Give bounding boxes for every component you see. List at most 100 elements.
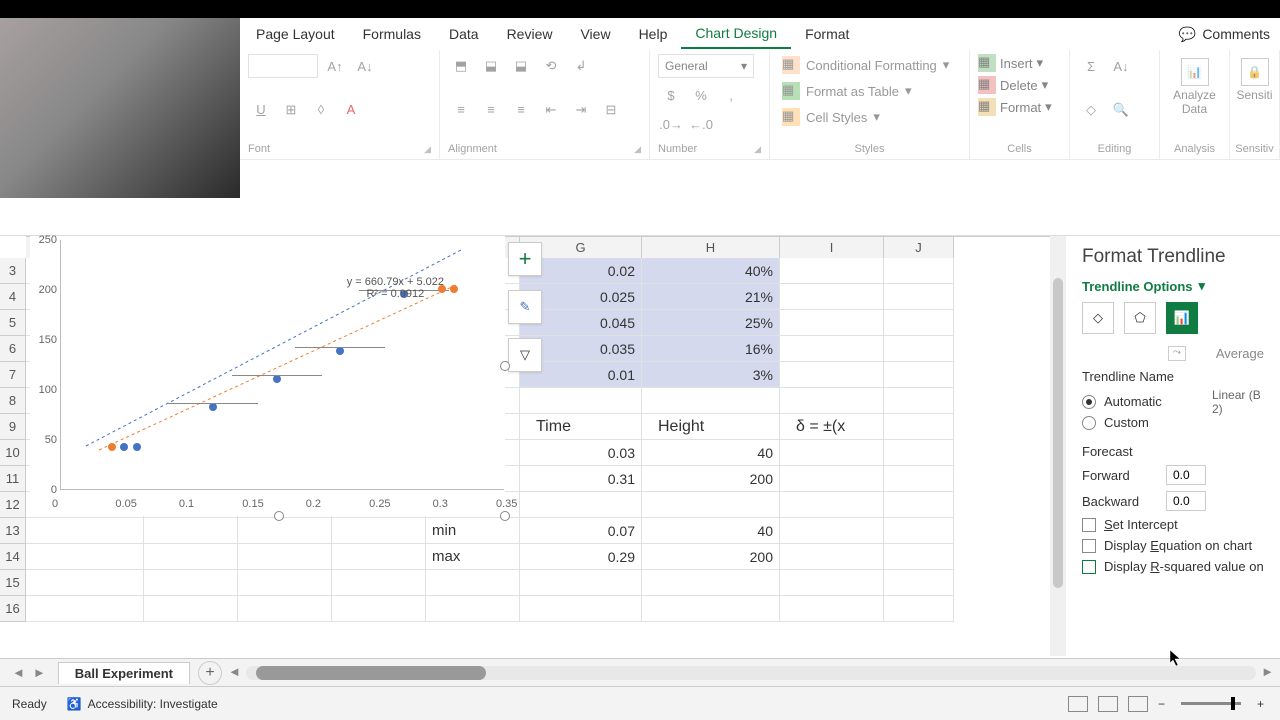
cell-J6[interactable] bbox=[884, 336, 954, 362]
tab-chart-design[interactable]: Chart Design bbox=[681, 19, 791, 49]
shrink-font-button[interactable]: A↓ bbox=[352, 54, 378, 78]
cell-G8[interactable] bbox=[520, 388, 642, 414]
cell-I10[interactable] bbox=[780, 440, 884, 466]
cell-J16[interactable] bbox=[884, 596, 954, 622]
cell-E14[interactable] bbox=[332, 544, 426, 570]
underline-button[interactable]: U bbox=[248, 98, 274, 122]
row-header-11[interactable]: 11 bbox=[0, 466, 26, 492]
cell-H8[interactable] bbox=[642, 388, 780, 414]
cell-G11[interactable]: 0.31 bbox=[520, 466, 642, 492]
cell-D16[interactable] bbox=[238, 596, 332, 622]
font-color-button[interactable]: A bbox=[338, 98, 364, 122]
row-header-12[interactable]: 12 bbox=[0, 492, 26, 518]
cell-C14[interactable] bbox=[144, 544, 238, 570]
tab-data[interactable]: Data bbox=[435, 20, 493, 48]
row-header-3[interactable]: 3 bbox=[0, 258, 26, 284]
tab-help[interactable]: Help bbox=[625, 20, 682, 48]
cell-J3[interactable] bbox=[884, 258, 954, 284]
align-center-button[interactable]: ≡ bbox=[478, 98, 504, 122]
indent-right-button[interactable]: ⇥ bbox=[568, 98, 594, 122]
sheet-tab-active[interactable]: Ball Experiment bbox=[58, 662, 190, 684]
cell-I15[interactable] bbox=[780, 570, 884, 596]
zoom-out-button[interactable]: − bbox=[1158, 697, 1165, 711]
cell-D14[interactable] bbox=[238, 544, 332, 570]
pane-subtitle[interactable]: Trendline Options ▾ bbox=[1082, 278, 1264, 294]
row-header-15[interactable]: 15 bbox=[0, 570, 26, 596]
cell-B15[interactable] bbox=[26, 570, 144, 596]
chart-handle-bottom[interactable] bbox=[274, 511, 284, 521]
cell-J11[interactable] bbox=[884, 466, 954, 492]
cell-I3[interactable] bbox=[780, 258, 884, 284]
cell-I14[interactable] bbox=[780, 544, 884, 570]
sensitivity-button[interactable]: 🔒 Sensiti bbox=[1238, 54, 1271, 106]
cell-I9[interactable]: δ = ±(x bbox=[780, 414, 884, 440]
cell-G12[interactable] bbox=[520, 492, 642, 518]
cell-H3[interactable]: 40% bbox=[642, 258, 780, 284]
cell-E16[interactable] bbox=[332, 596, 426, 622]
fill-line-tab[interactable]: ◇ bbox=[1082, 302, 1114, 334]
cell-G14[interactable]: 0.29 bbox=[520, 544, 642, 570]
cell-H6[interactable]: 16% bbox=[642, 336, 780, 362]
cell-J14[interactable] bbox=[884, 544, 954, 570]
scatter-chart[interactable]: 050100150200250 y = 660.79x + 5.022 R² =… bbox=[30, 236, 505, 516]
cell-C13[interactable] bbox=[144, 518, 238, 544]
row-header-6[interactable]: 6 bbox=[0, 336, 26, 362]
row-header-10[interactable]: 10 bbox=[0, 440, 26, 466]
automatic-radio[interactable] bbox=[1082, 395, 1096, 409]
cell-I4[interactable] bbox=[780, 284, 884, 310]
horizontal-scrollbar[interactable]: ◄ ► bbox=[246, 666, 1256, 680]
cell-H11[interactable]: 200 bbox=[642, 466, 780, 492]
cell-I6[interactable] bbox=[780, 336, 884, 362]
cell-J7[interactable] bbox=[884, 362, 954, 388]
cell-J12[interactable] bbox=[884, 492, 954, 518]
tab-page-layout[interactable]: Page Layout bbox=[242, 20, 349, 48]
cell-H14[interactable]: 200 bbox=[642, 544, 780, 570]
cell-F14[interactable]: max bbox=[426, 544, 520, 570]
cell-I5[interactable] bbox=[780, 310, 884, 336]
row-header-4[interactable]: 4 bbox=[0, 284, 26, 310]
cell-D15[interactable] bbox=[238, 570, 332, 596]
row-header-13[interactable]: 13 bbox=[0, 518, 26, 544]
align-middle-button[interactable]: ⬓ bbox=[478, 54, 504, 78]
borders-button[interactable]: ⊞ bbox=[278, 98, 304, 122]
fill-button[interactable]: ◇ bbox=[1078, 98, 1104, 122]
row-header-7[interactable]: 7 bbox=[0, 362, 26, 388]
display-r2-checkbox[interactable] bbox=[1082, 560, 1096, 574]
cell-J15[interactable] bbox=[884, 570, 954, 596]
format-as-table-button[interactable]: ▦Format as Table▾ bbox=[778, 80, 961, 102]
find-button[interactable]: 🔍 bbox=[1108, 98, 1134, 122]
custom-radio[interactable] bbox=[1082, 416, 1096, 430]
cell-H7[interactable]: 3% bbox=[642, 362, 780, 388]
sum-button[interactable]: Σ bbox=[1078, 54, 1104, 78]
delete-cells-button[interactable]: ▦Delete▾ bbox=[978, 76, 1061, 94]
sort-filter-button[interactable]: A↓ bbox=[1108, 54, 1134, 78]
tab-review[interactable]: Review bbox=[493, 20, 567, 48]
align-right-button[interactable]: ≡ bbox=[508, 98, 534, 122]
format-cells-button[interactable]: ▦Format▾ bbox=[978, 98, 1061, 116]
currency-button[interactable]: $ bbox=[658, 83, 684, 107]
cell-D13[interactable] bbox=[238, 518, 332, 544]
analyze-data-button[interactable]: 📊 Analyze Data bbox=[1168, 54, 1221, 120]
cell-C16[interactable] bbox=[144, 596, 238, 622]
fill-color-button[interactable]: ◊ bbox=[308, 98, 334, 122]
wrap-button[interactable]: ↲ bbox=[568, 54, 594, 78]
chart-handle-right[interactable] bbox=[500, 361, 510, 371]
cell-I16[interactable] bbox=[780, 596, 884, 622]
comma-button[interactable]: , bbox=[718, 83, 744, 107]
cell-J8[interactable] bbox=[884, 388, 954, 414]
cell-G15[interactable] bbox=[520, 570, 642, 596]
percent-button[interactable]: % bbox=[688, 83, 714, 107]
grow-font-button[interactable]: A↑ bbox=[322, 54, 348, 78]
cell-I13[interactable] bbox=[780, 518, 884, 544]
cell-I7[interactable] bbox=[780, 362, 884, 388]
comments-button[interactable]: 💬 Comments bbox=[1179, 26, 1270, 43]
cell-H16[interactable] bbox=[642, 596, 780, 622]
cell-H15[interactable] bbox=[642, 570, 780, 596]
prev-sheet-button[interactable]: ◄ bbox=[12, 665, 25, 680]
effects-tab[interactable]: ⬠ bbox=[1124, 302, 1156, 334]
cell-J9[interactable] bbox=[884, 414, 954, 440]
cell-H12[interactable] bbox=[642, 492, 780, 518]
tab-formulas[interactable]: Formulas bbox=[349, 20, 435, 48]
next-sheet-button[interactable]: ► bbox=[33, 665, 46, 680]
hscroll-thumb[interactable] bbox=[256, 666, 486, 680]
